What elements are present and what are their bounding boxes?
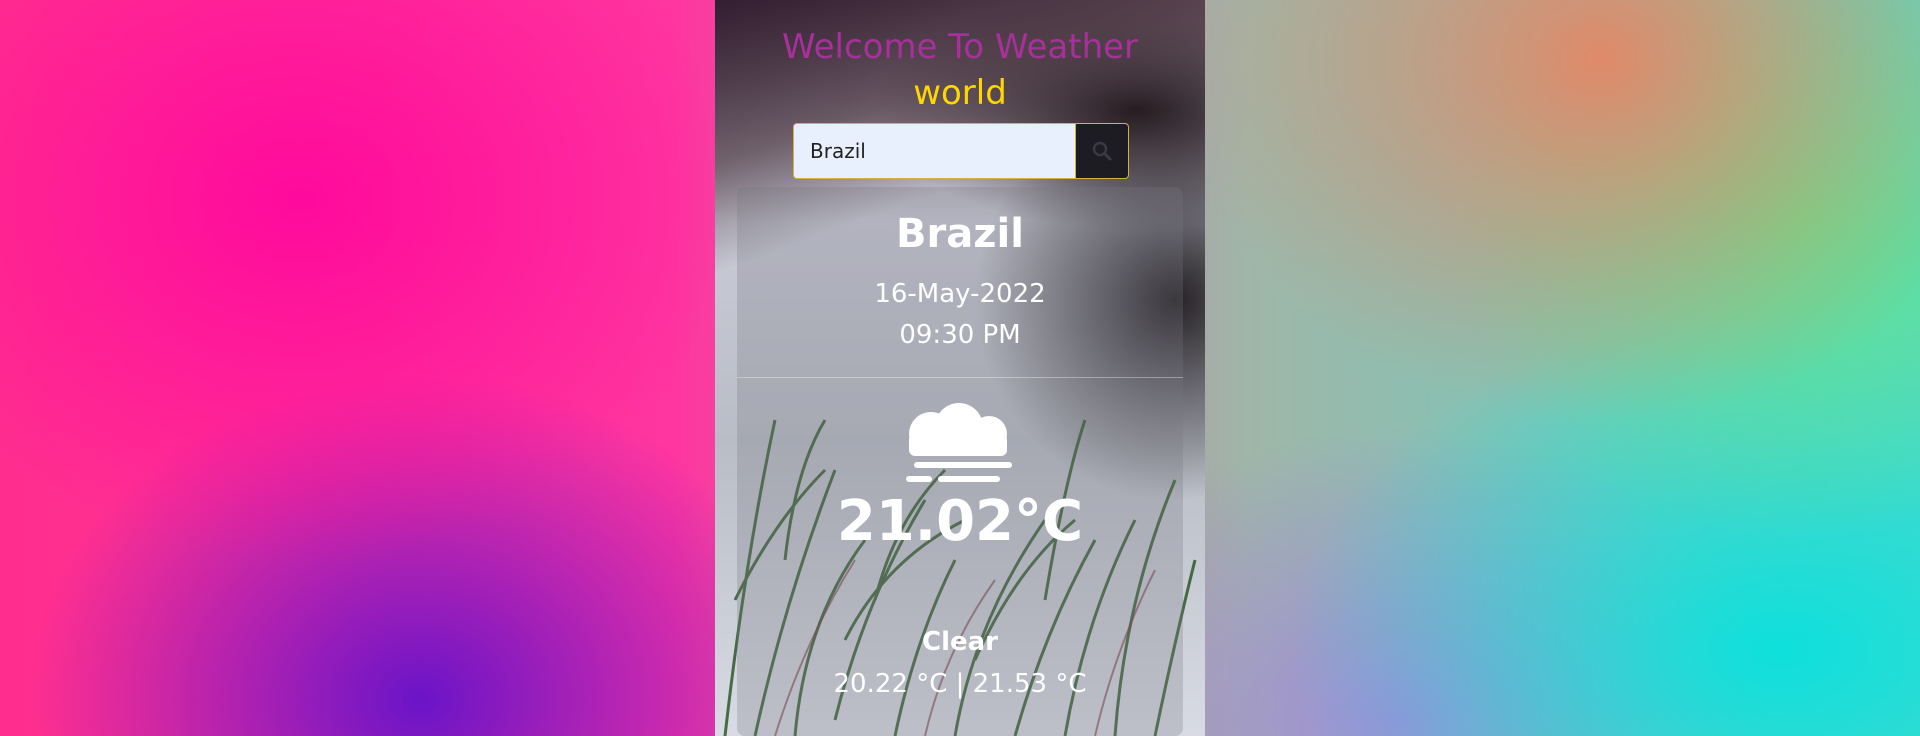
search-button[interactable] [1075,124,1128,178]
date-label: 16-May-2022 [874,279,1046,309]
fog-icon [906,403,1012,482]
search-bar [793,123,1129,179]
temperature-range: 20.22 °C | 21.53 °C [833,669,1087,699]
city-name: Brazil [896,211,1024,257]
search-icon [1092,141,1112,161]
weather-card: Brazil 16-May-2022 09:30 PM 21.02°C Clea… [737,187,1183,736]
temperature: 21.02°C [836,489,1084,554]
title-line-1: Welcome To Weather [781,27,1139,67]
time-label: 09:30 PM [899,320,1021,350]
search-input[interactable] [794,124,1075,178]
condition-label: Clear [922,627,998,657]
weather-app-panel: Welcome To Weather world Brazil 16-May-2… [715,0,1205,736]
page-title: Welcome To Weather world [715,24,1205,116]
title-line-2: world [913,73,1007,113]
divider [737,377,1183,378]
